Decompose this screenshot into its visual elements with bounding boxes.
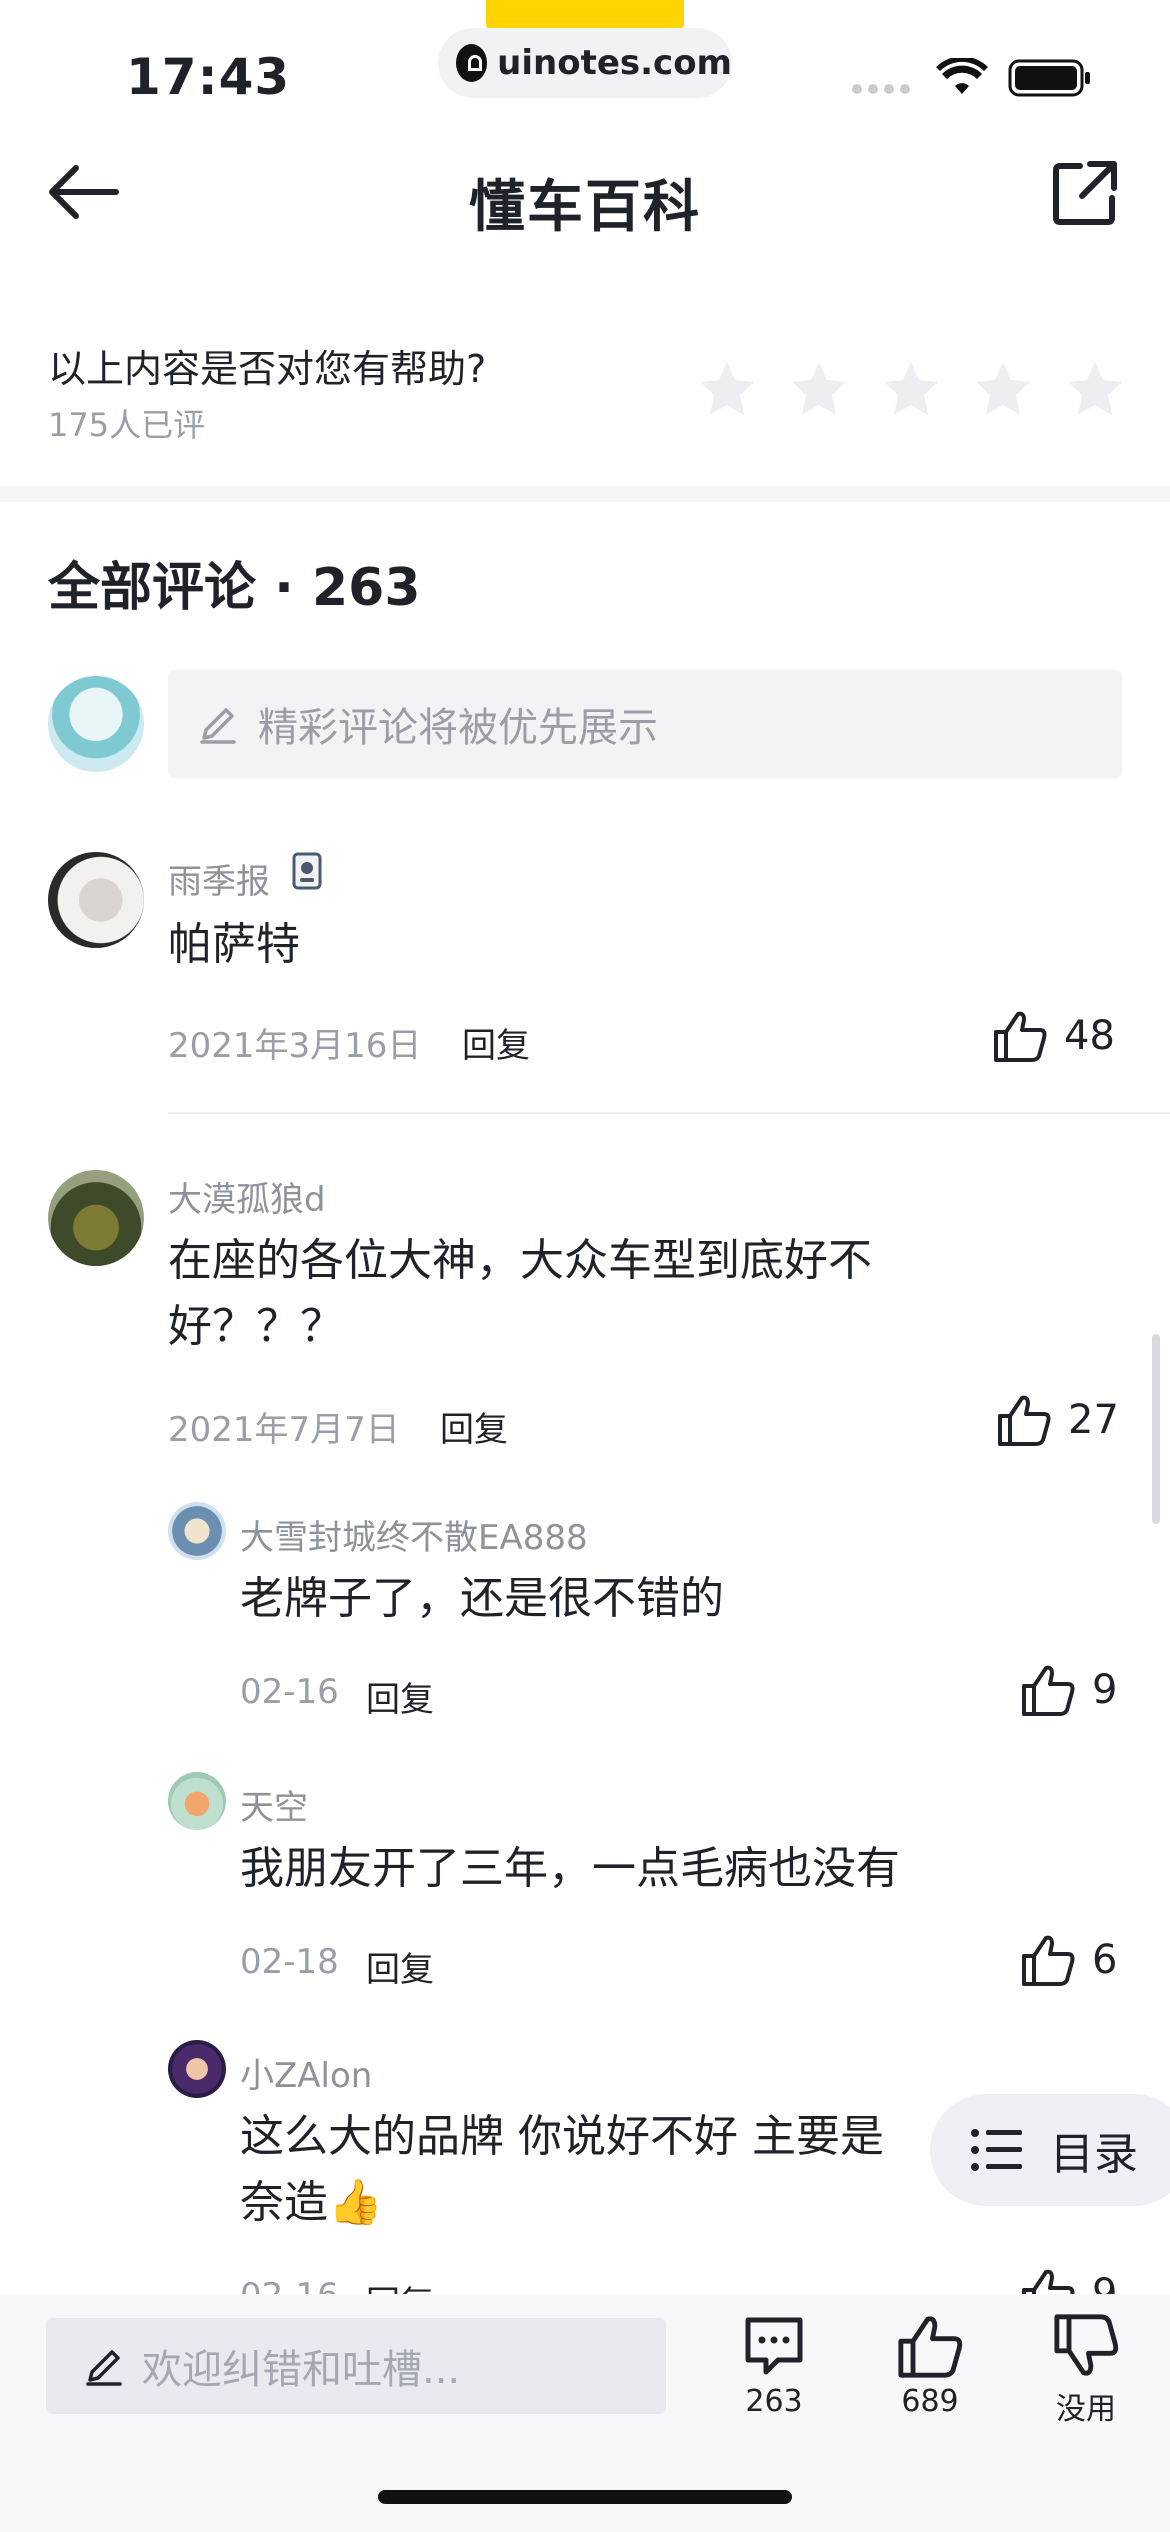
rating-count: 175人已评 <box>48 406 206 444</box>
reply-text-line2: 奈造👍 <box>240 2177 383 2228</box>
battery-icon <box>1008 59 1090 97</box>
reply-username[interactable]: 大雪封城终不散EA888 <box>240 1510 588 1559</box>
pencil-icon <box>86 2350 122 2386</box>
comments-count: 263 <box>745 2384 803 2419</box>
list-icon <box>971 2129 1022 2171</box>
like-count: 27 <box>1068 1397 1119 1443</box>
wifi-icon <box>936 58 988 94</box>
star-icon[interactable] <box>880 358 942 420</box>
scrollbar[interactable] <box>1152 1334 1160 1524</box>
reply-button[interactable]: 回复 <box>366 1672 434 1721</box>
feedback-input[interactable]: 欢迎纠错和吐槽... <box>46 2318 666 2414</box>
likes-count: 689 <box>901 2384 959 2419</box>
share-icon[interactable] <box>1050 158 1120 228</box>
avatar[interactable] <box>168 1772 226 1830</box>
comment-username[interactable]: 雨季报 <box>168 854 270 903</box>
home-indicator <box>378 2490 792 2504</box>
star-icon[interactable] <box>1064 358 1126 420</box>
signal-icon <box>852 84 910 94</box>
like-button[interactable]: 48 <box>992 1008 1115 1064</box>
reply-text: 我朋友开了三年，一点毛病也没有 <box>240 1843 900 1894</box>
comments-button[interactable]: 263 <box>714 2312 834 2419</box>
comment-date: 2021年7月7日 <box>168 1410 400 1450</box>
like-count: 6 <box>1092 1937 1118 1983</box>
reply-button[interactable]: 回复 <box>440 1402 508 1451</box>
reply-date: 02-16 <box>240 1672 339 1712</box>
star-icon[interactable] <box>972 358 1034 420</box>
user-badge-icon <box>292 852 322 890</box>
like-count: 48 <box>1064 1013 1115 1059</box>
thumbs-up-icon <box>1022 1935 1075 1986</box>
feedback-placeholder: 欢迎纠错和吐槽... <box>142 2347 461 2393</box>
useless-button[interactable]: 没用 <box>1026 2312 1146 2428</box>
section-divider <box>0 486 1170 502</box>
rating-question: 以上内容是否对您有帮助? <box>48 347 487 391</box>
reply-username[interactable]: 小ZAlon <box>240 2048 372 2097</box>
toc-label: 目录 <box>1050 2129 1138 2180</box>
url-pill[interactable]: uinotes.com <box>438 28 732 98</box>
star-icon[interactable] <box>696 358 758 420</box>
pencil-icon <box>200 708 236 744</box>
avatar[interactable] <box>48 852 144 948</box>
url-text: uinotes.com <box>497 43 732 83</box>
toc-button[interactable]: 目录 <box>930 2094 1170 2206</box>
avatar[interactable] <box>48 1170 144 1266</box>
page-title: 懂车百科 <box>469 175 701 240</box>
reply-date: 02-18 <box>240 1942 339 1982</box>
comment-divider <box>168 1112 1170 1114</box>
lock-icon <box>456 44 488 82</box>
comment-date: 2021年3月16日 <box>168 1026 422 1066</box>
like-button[interactable]: 27 <box>996 1392 1119 1448</box>
avatar[interactable] <box>168 2040 226 2098</box>
comment-input-placeholder: 精彩评论将被优先展示 <box>258 705 658 751</box>
comment-text: 在座的各位大神，大众车型到底好不好？？？ <box>168 1235 872 1352</box>
like-button[interactable]: 9 <box>1020 1662 1117 1718</box>
comment-text: 帕萨特 <box>168 919 300 970</box>
comments-title: 全部评论 · 263 <box>48 558 421 618</box>
app-banner-tab <box>486 0 684 30</box>
reply-button[interactable]: 回复 <box>366 1942 434 1991</box>
reply-text-line1: 这么大的品牌 你说好不好 主要是 <box>240 2111 884 2162</box>
reply-button[interactable]: 回复 <box>462 1018 530 1067</box>
like-button[interactable]: 6 <box>1020 1932 1117 1988</box>
star-icon[interactable] <box>788 358 850 420</box>
comment-input[interactable]: 精彩评论将被优先展示 <box>168 670 1122 778</box>
thumbs-up-icon <box>994 1011 1047 1062</box>
my-avatar <box>48 676 144 772</box>
reply-username[interactable]: 天空 <box>240 1780 308 1829</box>
avatar[interactable] <box>168 1502 226 1560</box>
status-time: 17:43 <box>126 48 291 106</box>
rating-stars[interactable] <box>696 358 1126 420</box>
thumbs-down-icon <box>1054 2314 1119 2376</box>
like-page-button[interactable]: 689 <box>870 2312 990 2419</box>
thumbs-up-icon <box>1022 1665 1075 1716</box>
useless-label: 没用 <box>1056 2392 1116 2427</box>
comment-bubble-icon <box>745 2317 803 2375</box>
like-count: 9 <box>1092 1667 1118 1713</box>
reply-text: 老牌子了，还是很不错的 <box>240 1573 724 1624</box>
thumbs-up-icon <box>898 2316 963 2378</box>
comment-username[interactable]: 大漠孤狼d <box>168 1172 326 1221</box>
thumbs-up-icon <box>998 1395 1051 1446</box>
